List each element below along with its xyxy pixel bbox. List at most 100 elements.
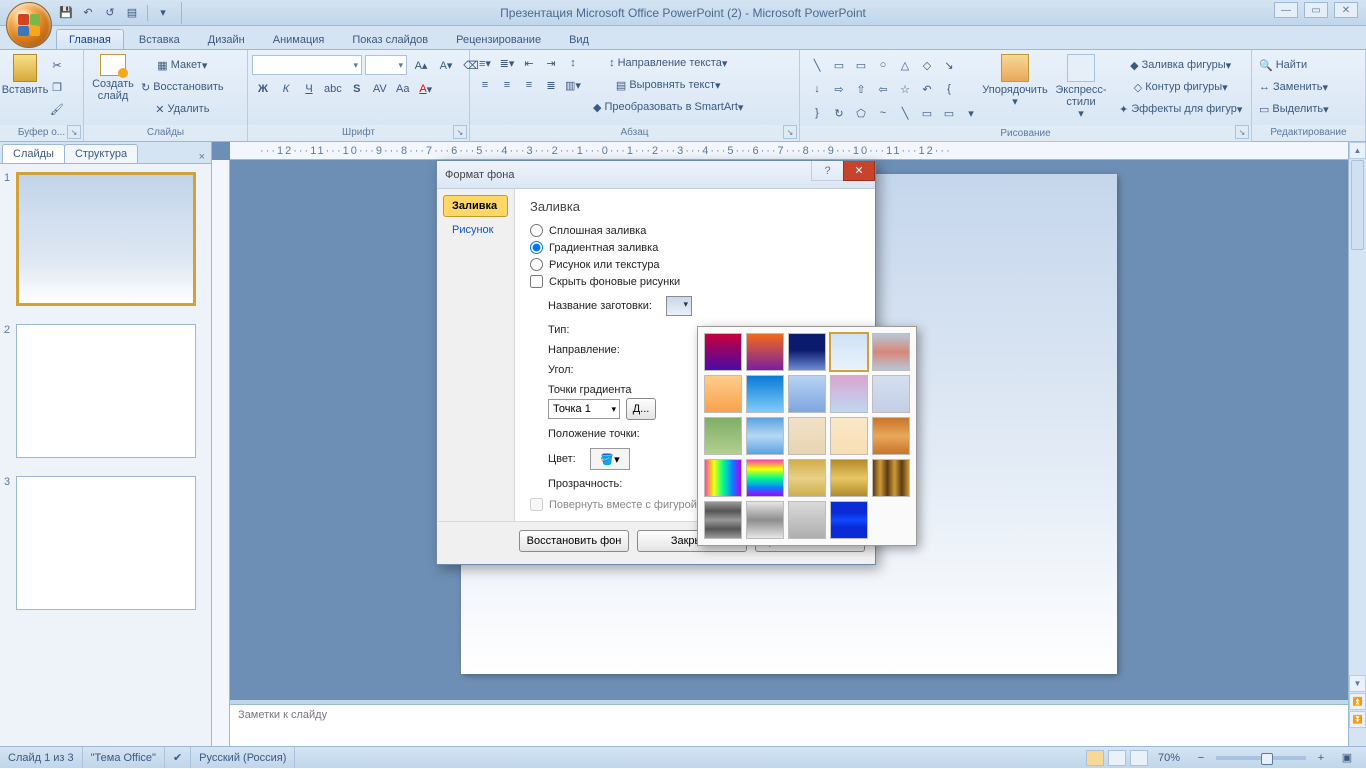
bold-button[interactable]: Ж bbox=[252, 78, 274, 100]
gradient-preset-11[interactable] bbox=[746, 417, 784, 455]
gradient-preset-14[interactable] bbox=[872, 417, 910, 455]
tab-outline[interactable]: Структура bbox=[64, 144, 138, 163]
dialog-help-button[interactable]: ? bbox=[811, 161, 843, 181]
radio-gradient[interactable]: Градиентная заливка bbox=[530, 241, 861, 254]
quick-styles-button[interactable]: Экспресс-стили▾ bbox=[1046, 52, 1116, 122]
notes-pane[interactable]: Заметки к слайду bbox=[230, 704, 1348, 746]
gradient-preset-20[interactable] bbox=[704, 501, 742, 539]
add-stop-button[interactable]: Д... bbox=[626, 398, 656, 420]
strike-button[interactable]: abc bbox=[321, 78, 345, 100]
numbering-button[interactable]: ≣▾ bbox=[496, 52, 518, 74]
ribbon-tab-2[interactable]: Дизайн bbox=[195, 29, 258, 49]
gradient-preset-15[interactable] bbox=[704, 459, 742, 497]
italic-button[interactable]: К bbox=[275, 78, 297, 100]
change-case-button[interactable]: Aa bbox=[392, 78, 414, 100]
zoom-slider[interactable] bbox=[1216, 756, 1306, 760]
font-color-button[interactable]: A▾ bbox=[415, 78, 437, 100]
nav-fill[interactable]: Заливка bbox=[443, 195, 508, 217]
slide-thumbnail-2[interactable] bbox=[16, 324, 196, 458]
inc-indent-button[interactable]: ⇥ bbox=[540, 52, 562, 74]
spacing-button[interactable]: AV bbox=[369, 78, 391, 100]
underline-button[interactable]: Ч bbox=[298, 78, 320, 100]
text-direction-button[interactable]: ↕ Направление текста ▾ bbox=[590, 52, 746, 74]
shape-button[interactable]: ╲ bbox=[806, 54, 828, 76]
drawing-launcher[interactable]: ↘ bbox=[1235, 125, 1249, 139]
nav-picture[interactable]: Рисунок bbox=[443, 219, 508, 241]
shape-button[interactable]: ⇨ bbox=[828, 78, 850, 100]
font-size-select[interactable] bbox=[365, 55, 407, 75]
copy-button[interactable]: ❐ bbox=[46, 76, 68, 98]
reset-button[interactable]: ↻ Восстановить bbox=[138, 76, 227, 98]
gradient-preset-6[interactable] bbox=[746, 375, 784, 413]
sorter-view-button[interactable] bbox=[1108, 750, 1126, 766]
paragraph-launcher[interactable]: ↘ bbox=[783, 125, 797, 139]
prev-slide-button[interactable]: ⏫ bbox=[1349, 693, 1366, 710]
shape-button[interactable]: ⬠ bbox=[850, 102, 872, 124]
shape-button[interactable]: ☆ bbox=[894, 78, 916, 100]
status-theme[interactable]: "Тема Office" bbox=[83, 747, 165, 768]
font-name-select[interactable] bbox=[252, 55, 362, 75]
scroll-down-button[interactable]: ▼ bbox=[1349, 675, 1366, 692]
shape-outline-button[interactable]: ◇ Контур фигуры ▾ bbox=[1116, 76, 1245, 98]
shapes-more-button[interactable]: ▾ bbox=[960, 102, 982, 124]
scroll-up-button[interactable]: ▲ bbox=[1349, 142, 1366, 159]
select-button[interactable]: ▭ Выделить ▾ bbox=[1256, 98, 1332, 120]
shape-button[interactable]: ◇ bbox=[916, 54, 938, 76]
gradient-preset-7[interactable] bbox=[788, 375, 826, 413]
gradient-preset-16[interactable] bbox=[746, 459, 784, 497]
shape-effects-button[interactable]: ✦ Эффекты для фигур ▾ bbox=[1116, 98, 1245, 120]
new-slide-button[interactable]: Создать слайд bbox=[88, 52, 138, 104]
scroll-thumb[interactable] bbox=[1351, 160, 1364, 250]
align-text-button[interactable]: ▤ Выровнять текст ▾ bbox=[590, 74, 746, 96]
shape-button[interactable]: ~ bbox=[872, 102, 894, 124]
smartart-button[interactable]: ◆ Преобразовать в SmartArt ▾ bbox=[590, 96, 746, 118]
layout-button[interactable]: ▦ Макет ▾ bbox=[138, 54, 227, 76]
dialog-close-button[interactable]: ✕ bbox=[843, 161, 875, 181]
thumb-row-3[interactable]: 3 bbox=[0, 476, 211, 610]
dec-indent-button[interactable]: ⇤ bbox=[518, 52, 540, 74]
fit-window-button[interactable]: ▣ bbox=[1336, 747, 1358, 769]
gradient-preset-17[interactable] bbox=[788, 459, 826, 497]
shape-button[interactable]: } bbox=[806, 102, 828, 124]
gradient-preset-4[interactable] bbox=[872, 333, 910, 371]
zoom-level[interactable]: 70% bbox=[1158, 752, 1180, 764]
shape-button[interactable]: ▭ bbox=[916, 102, 938, 124]
dialog-titlebar[interactable]: Формат фона ? ✕ bbox=[437, 161, 875, 189]
zoom-in-button[interactable]: + bbox=[1310, 747, 1332, 769]
delete-slide-button[interactable]: ✕ Удалить bbox=[138, 98, 227, 120]
gradient-preset-2[interactable] bbox=[788, 333, 826, 371]
shape-button[interactable]: ╲ bbox=[894, 102, 916, 124]
office-button[interactable] bbox=[6, 2, 52, 48]
gradient-preset-12[interactable] bbox=[788, 417, 826, 455]
gradient-preset-22[interactable] bbox=[788, 501, 826, 539]
save-button[interactable]: 💾 bbox=[56, 3, 76, 23]
next-slide-button[interactable]: ⏬ bbox=[1349, 711, 1366, 728]
line-spacing-button[interactable]: ↕ bbox=[562, 52, 584, 74]
align-center-button[interactable]: ≡ bbox=[496, 74, 518, 96]
justify-button[interactable]: ≣ bbox=[540, 74, 562, 96]
gradient-preset-1[interactable] bbox=[746, 333, 784, 371]
paste-button[interactable]: Вставить bbox=[4, 52, 46, 98]
bullets-button[interactable]: ≡▾ bbox=[474, 52, 496, 74]
ribbon-tab-6[interactable]: Вид bbox=[556, 29, 602, 49]
shape-button[interactable]: ↻ bbox=[828, 102, 850, 124]
redo-button[interactable]: ↺ bbox=[100, 3, 120, 23]
shape-button[interactable]: △ bbox=[894, 54, 916, 76]
align-left-button[interactable]: ≡ bbox=[474, 74, 496, 96]
align-right-button[interactable]: ≡ bbox=[518, 74, 540, 96]
shape-button[interactable]: ▭ bbox=[850, 54, 872, 76]
arrange-button[interactable]: Упорядочить▾ bbox=[984, 52, 1046, 110]
slide-thumbnail-3[interactable] bbox=[16, 476, 196, 610]
ribbon-tab-3[interactable]: Анимация bbox=[260, 29, 338, 49]
slideshow-view-button[interactable] bbox=[1130, 750, 1148, 766]
vertical-scrollbar[interactable]: ▲ ▼ ⏫ ⏬ bbox=[1348, 142, 1366, 746]
reset-bg-button[interactable]: Восстановить фон bbox=[519, 530, 629, 552]
ribbon-tab-5[interactable]: Рецензирование bbox=[443, 29, 554, 49]
gradient-preset-23[interactable] bbox=[830, 501, 868, 539]
stop-select[interactable]: Точка 1 bbox=[548, 399, 620, 419]
gradient-preset-0[interactable] bbox=[704, 333, 742, 371]
thumb-row-2[interactable]: 2 bbox=[0, 324, 211, 458]
columns-button[interactable]: ▥▾ bbox=[562, 74, 584, 96]
tab-slides[interactable]: Слайды bbox=[2, 144, 65, 163]
format-painter-button[interactable]: 🖌 bbox=[46, 98, 68, 120]
